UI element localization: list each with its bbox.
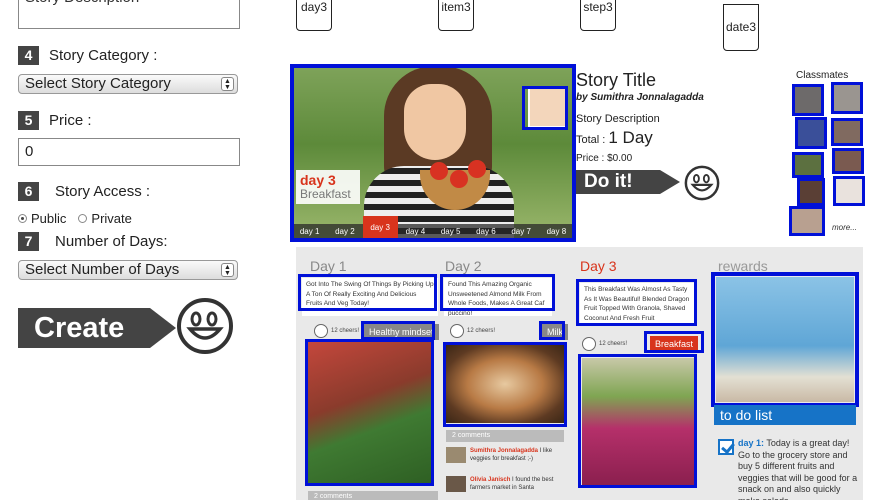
story-price: Price : $0.00 (576, 153, 633, 164)
todo-list-head: to do list (714, 405, 856, 425)
comments-bar[interactable]: 2 comments (446, 430, 564, 442)
private-radio-label: Private (91, 211, 132, 226)
story-total-label: Total : (576, 134, 606, 146)
cheers-row: 12 cheers! (450, 324, 495, 338)
story-category-value: Select Story Category (25, 75, 171, 92)
classmates-more-link[interactable]: more... (832, 223, 857, 232)
story-access-radios: Public Private (18, 211, 132, 226)
comment-avatar[interactable] (446, 447, 466, 463)
cheers-count: 12 cheers! (331, 328, 360, 334)
classmate-avatar[interactable] (789, 206, 825, 236)
step-number: 7 (18, 232, 39, 251)
story-description-field[interactable]: Story Description (18, 0, 240, 29)
comments-bar[interactable]: 2 comments (308, 491, 438, 500)
classmate-avatar[interactable] (792, 152, 824, 178)
thumbnail-highlight-box (522, 86, 568, 130)
cheer-icon[interactable] (314, 324, 328, 338)
classmate-avatar[interactable] (833, 176, 865, 206)
date-tag[interactable]: date3 (723, 4, 759, 51)
story-total: Total :1 Day (576, 128, 653, 148)
story-builder-page: Story Description 4 Story Category : Sel… (0, 0, 893, 500)
number-of-days-value: Select Number of Days (25, 261, 180, 278)
private-radio[interactable] (78, 214, 88, 223)
photo-highlight-box (443, 342, 567, 427)
step-number: 5 (18, 111, 39, 130)
story-category-step: 4 Story Category : (18, 46, 157, 65)
story-access-step: 6 Story Access : (18, 182, 150, 201)
public-radio[interactable] (18, 214, 27, 223)
price-input[interactable]: 0 (18, 138, 240, 166)
number-of-days-step: 7 Number of Days: (18, 232, 168, 251)
cheers-count: 12 cheers! (599, 341, 628, 347)
public-radio-label: Public (31, 211, 67, 226)
photo-highlight-box (305, 339, 434, 486)
tag-highlight-box (539, 321, 565, 340)
day-tag[interactable]: day3 (296, 0, 332, 31)
select-arrows-icon: ▲ ▼ (221, 77, 234, 91)
story-access-label: Story Access : (55, 183, 151, 200)
step-number: 4 (18, 46, 39, 65)
smiley-icon (177, 298, 233, 354)
classmate-avatar[interactable] (831, 118, 863, 146)
story-category-label: Story Category : (49, 47, 158, 64)
post-highlight-box (440, 274, 555, 311)
rewards-highlight-box (711, 272, 859, 407)
step-number: 6 (18, 182, 39, 201)
post-highlight-box (298, 274, 437, 311)
comment: Olivia Janisch I found the best farmers … (446, 476, 566, 492)
classmate-avatar[interactable] (792, 84, 824, 116)
cheers-row: 12 cheers! (314, 324, 359, 338)
story-total-value: 1 Day (608, 128, 653, 147)
number-of-days-select[interactable]: Select Number of Days ▲ ▼ (18, 260, 238, 280)
select-arrows-icon: ▲ ▼ (221, 263, 234, 277)
item-tag[interactable]: item3 (438, 0, 474, 31)
comment: Sumithra Jonnalagadda I like veggies for… (446, 447, 566, 463)
price-label: Price : (49, 112, 92, 129)
number-of-days-label: Number of Days: (55, 233, 168, 250)
price-step: 5 Price : (18, 111, 92, 130)
comment-author[interactable]: Olivia Janisch (470, 477, 510, 483)
todo-item: day 1: Today is a great day! Go to the g… (718, 438, 858, 500)
tag-highlight-box (644, 331, 704, 353)
comment-avatar[interactable] (446, 476, 466, 492)
story-form: Story Description 4 Story Category : Sel… (0, 0, 260, 500)
tag-highlight-box (361, 321, 435, 340)
cheer-icon[interactable] (582, 337, 596, 351)
comment-author[interactable]: Sumithra Jonnalagadda (470, 448, 538, 454)
story-description: Story Description (576, 113, 660, 125)
classmate-avatar[interactable] (831, 82, 863, 114)
story-title: Story Title (576, 70, 657, 90)
do-it-button[interactable]: Do it! (576, 170, 680, 194)
cheers-row: 12 cheers! (582, 337, 627, 351)
post-highlight-box (576, 279, 697, 326)
smiley-icon (684, 165, 720, 201)
classmate-avatar[interactable] (832, 148, 864, 174)
classmate-avatar[interactable] (797, 178, 825, 206)
column-day-1-head: Day 1 (310, 258, 347, 274)
classmates-title: Classmates (796, 70, 849, 81)
cheer-icon[interactable] (450, 324, 464, 338)
create-button[interactable]: Create (18, 308, 176, 348)
photo-highlight-box (578, 354, 697, 488)
column-day-3-head: Day 3 (580, 258, 617, 274)
story-category-select[interactable]: Select Story Category ▲ ▼ (18, 74, 238, 94)
step-tag[interactable]: step3 (580, 0, 616, 31)
classmate-avatar[interactable] (795, 117, 827, 149)
story-author[interactable]: by Sumithra Jonnalagadda (576, 92, 704, 103)
todo-day: day 1: (738, 438, 765, 448)
column-day-2-head: Day 2 (445, 258, 482, 274)
cheers-count: 12 cheers! (467, 328, 496, 334)
